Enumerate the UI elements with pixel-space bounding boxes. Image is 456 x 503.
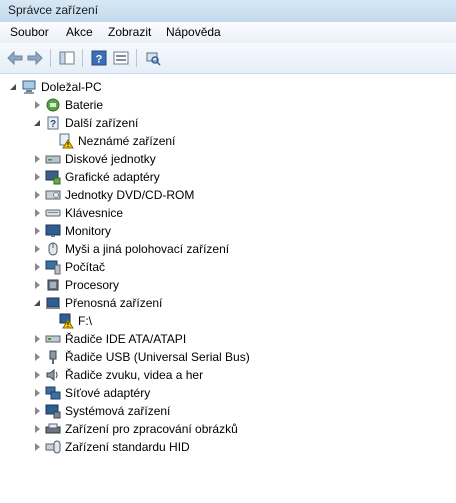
scan-hardware-icon[interactable] bbox=[144, 49, 162, 67]
tree-item-label: Diskové jednotky bbox=[65, 152, 156, 166]
other-devices-icon: ? bbox=[45, 115, 61, 131]
tree-item-label: Síťové adaptéry bbox=[65, 386, 151, 400]
tree-item-label: Řadiče USB (Universal Serial Bus) bbox=[65, 350, 250, 364]
tree-item-dalsi-zarizeni[interactable]: ? Další zařízení bbox=[32, 114, 138, 132]
tree-item-radice-ide[interactable]: Řadiče IDE ATA/ATAPI bbox=[32, 330, 186, 348]
tree-item-mysi[interactable]: Myši a jiná polohovací zařízení bbox=[32, 240, 229, 258]
tree-item-radice-usb[interactable]: Řadiče USB (Universal Serial Bus) bbox=[32, 348, 250, 366]
portable-device-icon bbox=[45, 295, 61, 311]
expand-arrow-icon[interactable] bbox=[32, 442, 42, 452]
expand-arrow-icon[interactable] bbox=[32, 190, 42, 200]
tree-item-sitove-adaptery[interactable]: Síťové adaptéry bbox=[32, 384, 150, 402]
collapse-arrow-icon[interactable] bbox=[32, 118, 42, 128]
mouse-icon bbox=[45, 241, 61, 257]
tree-item-label: F:\ bbox=[78, 314, 92, 328]
tree-item-radice-zvuku[interactable]: Řadiče zvuku, videa a her bbox=[32, 366, 203, 384]
expand-arrow-icon[interactable] bbox=[32, 424, 42, 434]
tree-item-label: Další zařízení bbox=[65, 116, 139, 130]
ide-controller-icon bbox=[45, 331, 61, 347]
tree-item-label: Baterie bbox=[65, 98, 104, 112]
expand-arrow-icon[interactable] bbox=[32, 280, 42, 290]
tree-item-label: Počítač bbox=[65, 260, 106, 274]
tree-item-label: Procesory bbox=[65, 278, 120, 292]
toolbar: ? bbox=[0, 43, 456, 74]
forward-arrow-icon[interactable] bbox=[26, 49, 44, 67]
tree-item-label: Myši a jiná polohovací zařízení bbox=[65, 242, 230, 256]
title-bar[interactable]: Správce zařízení bbox=[0, 0, 456, 23]
tree-item-label: Přenosná zařízení bbox=[65, 296, 163, 310]
tree-item-diskove-jednotky[interactable]: Diskové jednotky bbox=[32, 150, 156, 168]
sound-icon bbox=[45, 367, 61, 383]
expand-arrow-icon[interactable] bbox=[32, 352, 42, 362]
tree-item-label: Neznámé zařízení bbox=[78, 134, 176, 148]
tree-item-label: Jednotky DVD/CD-ROM bbox=[65, 188, 195, 202]
menu-soubor[interactable]: Soubor bbox=[8, 25, 51, 39]
expand-arrow-icon[interactable] bbox=[32, 100, 42, 110]
imaging-device-icon bbox=[45, 421, 61, 437]
expand-arrow-icon[interactable] bbox=[32, 334, 42, 344]
display-adapter-icon bbox=[45, 169, 61, 185]
svg-text:?: ? bbox=[50, 119, 56, 130]
menu-zobrazit[interactable]: Zobrazit bbox=[106, 25, 153, 39]
collapse-arrow-icon[interactable] bbox=[32, 298, 42, 308]
tree-item-monitory[interactable]: Monitory bbox=[32, 222, 111, 240]
tree-item-procesory[interactable]: Procesory bbox=[32, 276, 119, 294]
tree-item-dvd-cdrom[interactable]: Jednotky DVD/CD-ROM bbox=[32, 186, 194, 204]
tree-item-label: Monitory bbox=[65, 224, 112, 238]
show-hide-tree-icon[interactable] bbox=[58, 49, 76, 67]
device-tree: Doležal-PC Baterie ? Další zařízení Nezn… bbox=[0, 74, 456, 503]
tree-item-label: Grafické adaptéry bbox=[65, 170, 160, 184]
monitor-icon bbox=[45, 223, 61, 239]
tree-item-label: Řadiče zvuku, videa a her bbox=[65, 368, 204, 382]
window-title: Správce zařízení bbox=[8, 3, 99, 17]
expand-arrow-icon[interactable] bbox=[32, 244, 42, 254]
menu-bar: Soubor Akce Zobrazit Nápověda bbox=[0, 22, 456, 44]
processor-icon bbox=[45, 277, 61, 293]
tree-item-prenosna-zarizeni[interactable]: Přenosná zařízení bbox=[32, 294, 162, 312]
dvd-drive-icon bbox=[45, 187, 61, 203]
usb-icon bbox=[45, 349, 61, 365]
expand-arrow-icon[interactable] bbox=[32, 406, 42, 416]
hid-icon bbox=[45, 439, 61, 455]
system-device-icon bbox=[45, 403, 61, 419]
collapse-arrow-icon[interactable] bbox=[8, 82, 18, 92]
unknown-device-warning-icon bbox=[58, 133, 74, 149]
computer-icon bbox=[21, 79, 37, 95]
tree-item-f-drive[interactable]: F:\ bbox=[58, 312, 92, 330]
back-arrow-icon[interactable] bbox=[6, 49, 24, 67]
expand-arrow-icon[interactable] bbox=[32, 172, 42, 182]
menu-akce[interactable]: Akce bbox=[64, 25, 95, 39]
expand-arrow-icon[interactable] bbox=[32, 154, 42, 164]
expand-arrow-icon[interactable] bbox=[32, 226, 42, 236]
portable-device-warning-icon bbox=[58, 313, 74, 329]
tree-item-hid[interactable]: Zařízení standardu HID bbox=[32, 438, 190, 456]
tree-item-baterie[interactable]: Baterie bbox=[32, 96, 103, 114]
tree-item-graficke-adaptery[interactable]: Grafické adaptéry bbox=[32, 168, 160, 186]
tree-item-label: Systémová zařízení bbox=[65, 404, 171, 418]
properties-icon[interactable] bbox=[112, 49, 130, 67]
expand-arrow-icon[interactable] bbox=[32, 370, 42, 380]
disk-drive-icon bbox=[45, 151, 61, 167]
expand-arrow-icon[interactable] bbox=[32, 262, 42, 272]
tree-item-label: Klávesnice bbox=[65, 206, 124, 220]
tree-item-label: Řadiče IDE ATA/ATAPI bbox=[65, 332, 187, 346]
expand-arrow-icon[interactable] bbox=[32, 208, 42, 218]
tree-item-zpracovani-obrazku[interactable]: Zařízení pro zpracování obrázků bbox=[32, 420, 238, 438]
tree-item-klavesnice[interactable]: Klávesnice bbox=[32, 204, 123, 222]
help-icon[interactable]: ? bbox=[90, 49, 108, 67]
tree-item-systemova-zarizeni[interactable]: Systémová zařízení bbox=[32, 402, 170, 420]
network-adapter-icon bbox=[45, 385, 61, 401]
tree-item-label: Zařízení standardu HID bbox=[65, 440, 190, 454]
tree-item-pocitac[interactable]: Počítač bbox=[32, 258, 105, 276]
expand-arrow-icon[interactable] bbox=[32, 388, 42, 398]
computer-icon bbox=[45, 259, 61, 275]
tree-root[interactable]: Doležal-PC bbox=[8, 78, 102, 96]
root-label: Doležal-PC bbox=[41, 80, 102, 94]
battery-icon bbox=[45, 97, 61, 113]
menu-napoveda[interactable]: Nápověda bbox=[164, 25, 223, 39]
tree-item-nezname-zarizeni[interactable]: Neznámé zařízení bbox=[58, 132, 175, 150]
keyboard-icon bbox=[45, 205, 61, 221]
tree-item-label: Zařízení pro zpracování obrázků bbox=[65, 422, 238, 436]
svg-text:?: ? bbox=[96, 54, 103, 66]
